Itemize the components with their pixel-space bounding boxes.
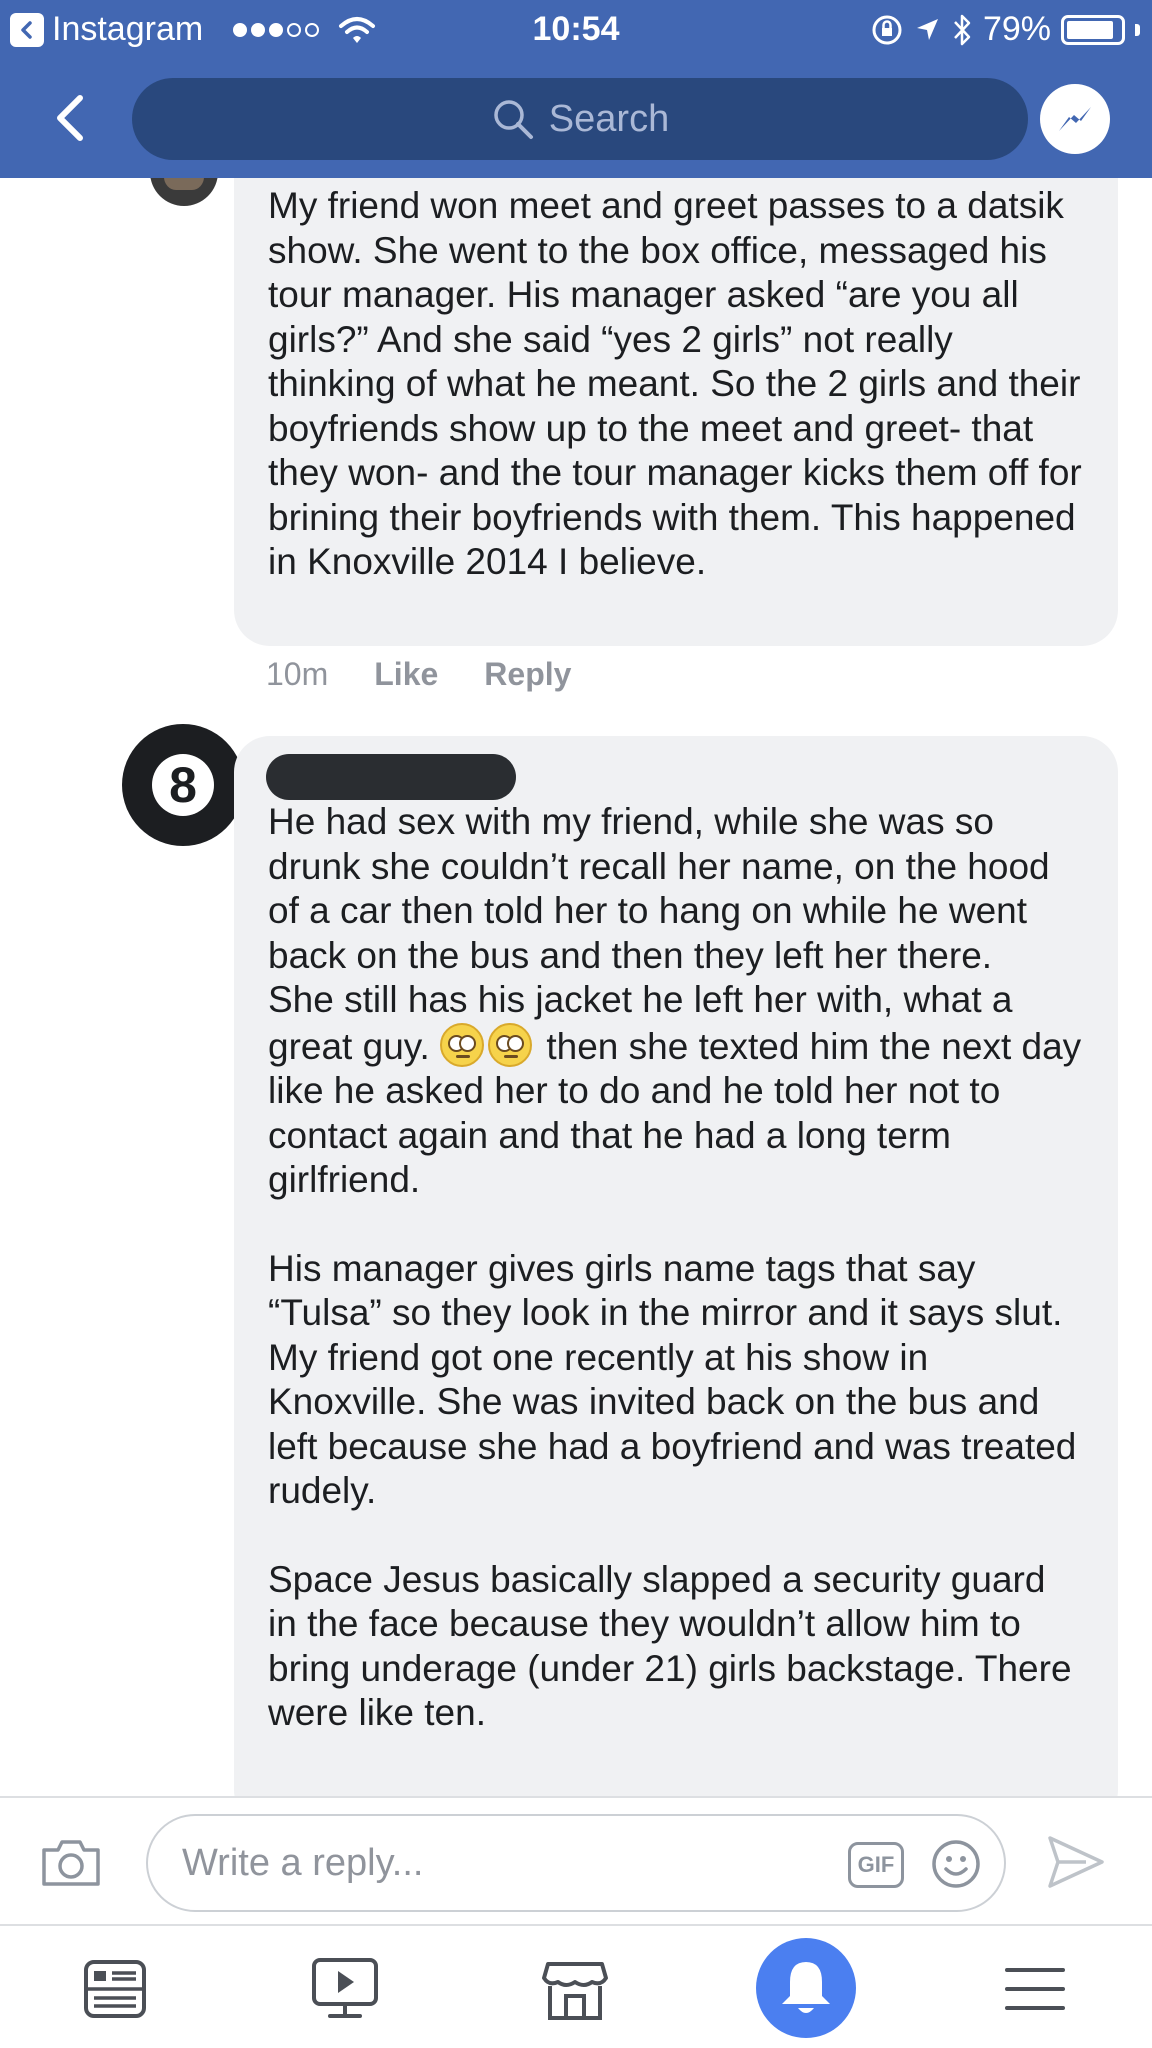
tab-menu[interactable] [990,1944,1080,2034]
like-button[interactable]: Like [374,656,438,693]
eye-roll-emoji-icon [440,1022,485,1067]
search-bar[interactable]: Search [132,78,1028,160]
comment-paragraph: Space Jesus basically slapped a security… [268,1558,1072,1734]
tab-video[interactable] [300,1944,390,2034]
redacted-name [266,754,516,800]
back-chevron-icon[interactable] [40,88,100,148]
status-bar: Instagram 10:54 79% [0,0,1152,60]
comment-text: My friend won meet and greet passes to a… [268,185,1082,582]
comment-meta: 10m Like Reply [266,656,571,693]
gif-icon[interactable]: GIF [848,1842,904,1888]
comment-paragraph: He had sex with my friend, while she was… [268,801,1050,976]
nav-bar: Search [0,60,1152,178]
battery-percent: 79% [982,10,1051,48]
comment-paragraph-with-emoji: She still has his jacket he left her wit… [268,978,1084,1203]
screen: Instagram 10:54 79% Search My friend won… [0,0,1152,2048]
news-feed-icon [84,1960,146,2018]
emoji-icon[interactable] [930,1838,982,1890]
bluetooth-icon [954,14,971,45]
reply-input[interactable]: Write a reply... GIF [146,1814,1006,1912]
tab-news-feed[interactable] [70,1944,160,2034]
tab-bar [0,1924,1152,2048]
status-right: 79% [871,10,1140,49]
tab-notifications[interactable] [756,1938,856,2038]
avatar-eight-ball: 8 [152,754,214,816]
reply-composer: Write a reply... GIF [0,1796,1152,1924]
rotation-lock-icon [872,15,902,44]
notifications-icon [782,1962,830,2013]
avatar[interactable] [150,178,218,206]
reply-button[interactable]: Reply [484,656,571,693]
battery-tip [1135,23,1140,36]
comment-time: 10m [266,656,329,692]
comments-thread[interactable]: My friend won meet and greet passes to a… [0,178,1152,1796]
send-icon[interactable] [1046,1834,1106,1890]
menu-icon [1005,1968,1065,2010]
comment-bubble[interactable]: My friend won meet and greet passes to a… [234,178,1118,646]
reply-placeholder: Write a reply... [182,1842,424,1884]
search-placeholder: Search [548,97,670,140]
eye-roll-emoji-icon [488,1022,533,1067]
avatar[interactable]: 8 [122,724,244,846]
video-icon [312,1958,378,2018]
battery-icon [1061,14,1125,45]
search-icon [494,100,533,139]
camera-icon[interactable] [40,1836,102,1888]
location-icon [916,18,938,40]
messenger-icon[interactable] [1040,84,1110,154]
comment-bubble[interactable]: He had sex with my friend, while she was… [234,736,1118,1796]
comment-paragraph: His manager gives girls name tags that s… [268,1247,1077,1512]
tab-marketplace[interactable] [530,1944,620,2034]
marketplace-icon [542,1962,608,2020]
